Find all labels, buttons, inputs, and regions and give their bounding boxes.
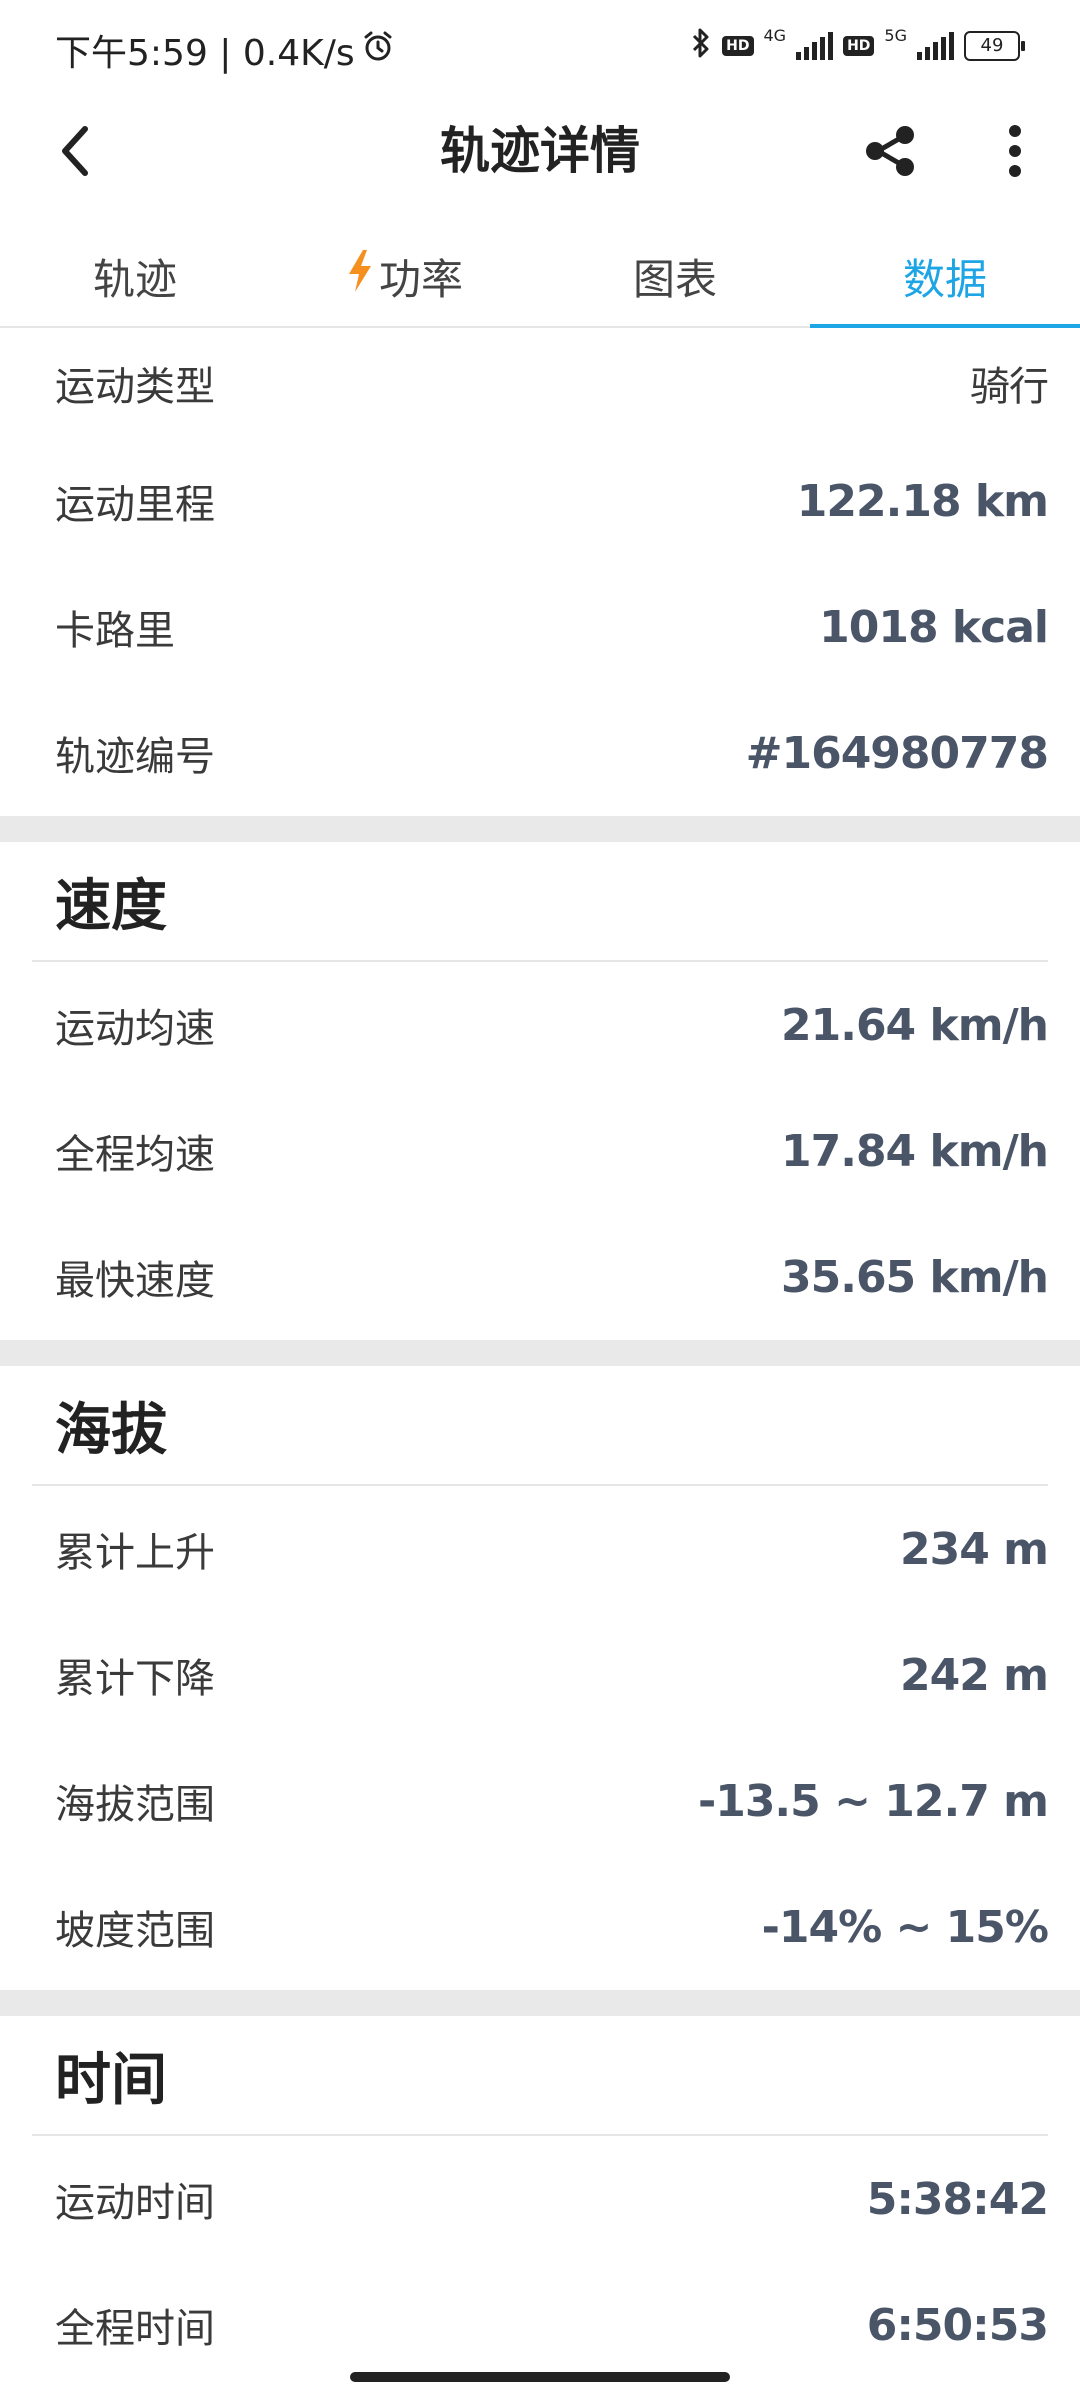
list-item-track-id: 轨迹编号 #164980778	[0, 690, 1080, 816]
tab-data[interactable]: 数据	[810, 226, 1080, 328]
list-item-calories: 卡路里 1018 kcal	[0, 564, 1080, 690]
tab-charts[interactable]: 图表	[540, 226, 810, 326]
data-content: 运动类型 骑行 运动里程 122.18 km 卡路里 1018 kcal 轨迹编…	[0, 328, 1080, 2388]
list-item-sport-type: 运动类型 骑行	[0, 328, 1080, 438]
row-label: 轨迹编号	[55, 734, 215, 780]
section-title-speed: 速度	[55, 873, 167, 939]
row-value: 1018 kcal	[819, 601, 1049, 653]
lightning-icon	[347, 250, 373, 302]
network-type-2: 5G	[884, 26, 907, 45]
list-item-moving-time: 运动时间 5:38:42	[0, 2136, 1080, 2262]
row-value: 21.64 km/h	[781, 999, 1049, 1051]
hd-badge-2: HD	[843, 35, 875, 56]
row-value: 122.18 km	[796, 475, 1049, 527]
home-indicator[interactable]	[350, 2372, 730, 2382]
status-time-speed: 下午5:59 | 0.4K/s	[55, 33, 355, 74]
more-vert-icon	[1009, 125, 1021, 177]
status-left: 下午5:59 | 0.4K/s	[55, 24, 395, 76]
row-label: 海拔范围	[55, 1782, 215, 1828]
row-label: 累计下降	[55, 1656, 215, 1702]
more-options-button[interactable]	[980, 116, 1050, 186]
list-item-max-speed: 最快速度 35.65 km/h	[0, 1214, 1080, 1340]
share-button[interactable]	[855, 116, 925, 186]
battery-icon: 49	[964, 30, 1025, 61]
row-value: 17.84 km/h	[781, 1125, 1049, 1177]
screen: 下午5:59 | 0.4K/s HD 4G HD 5G 49 轨迹详情 轨迹 功…	[0, 0, 1080, 2400]
row-value: -13.5 ~ 12.7 m	[697, 1775, 1049, 1827]
status-right: HD 4G HD 5G 49	[690, 26, 1025, 65]
network-type-1: 4G	[763, 26, 787, 45]
row-value: 6:50:53	[866, 2299, 1049, 2351]
tab-label: 功率	[378, 254, 463, 304]
section-gap	[0, 816, 1080, 842]
row-label: 累计上升	[55, 1530, 215, 1576]
tab-label: 数据	[902, 254, 987, 304]
row-label: 全程时间	[55, 2306, 215, 2352]
row-label: 卡路里	[55, 608, 175, 654]
row-label: 运动均速	[55, 1006, 215, 1052]
tab-bar: 轨迹 功率 图表 数据	[0, 226, 1080, 328]
row-label: 运动时间	[55, 2180, 215, 2226]
row-value: 5:38:42	[866, 2173, 1049, 2225]
share-icon	[866, 126, 914, 176]
hd-badge-1: HD	[722, 35, 754, 56]
row-value: 242 m	[899, 1649, 1049, 1701]
status-bar: 下午5:59 | 0.4K/s HD 4G HD 5G 49	[0, 0, 1080, 96]
row-label: 运动里程	[55, 482, 215, 528]
section-title-time: 时间	[55, 2047, 167, 2113]
row-label: 运动类型	[55, 364, 215, 410]
row-value: #164980778	[745, 727, 1049, 779]
list-item-ascent: 累计上升 234 m	[0, 1486, 1080, 1612]
row-value: 骑行	[970, 364, 1049, 410]
row-label: 坡度范围	[55, 1908, 215, 1954]
section-gap	[0, 1990, 1080, 2016]
alarm-icon	[361, 29, 395, 72]
signal-icon	[796, 31, 834, 60]
tab-label: 轨迹	[92, 254, 177, 304]
list-item-grade-range: 坡度范围 -14% ~ 15%	[0, 1864, 1080, 1990]
section-gap	[0, 1340, 1080, 1366]
section-title-altitude: 海拔	[55, 1397, 167, 1463]
row-label: 全程均速	[55, 1132, 215, 1178]
tab-label: 图表	[632, 254, 717, 304]
tab-track[interactable]: 轨迹	[0, 226, 270, 326]
row-label: 最快速度	[55, 1258, 215, 1304]
row-value: 35.65 km/h	[781, 1251, 1049, 1303]
list-item-distance: 运动里程 122.18 km	[0, 438, 1080, 564]
list-item-total-avg-speed: 全程均速 17.84 km/h	[0, 1088, 1080, 1214]
list-item-altitude-range: 海拔范围 -13.5 ~ 12.7 m	[0, 1738, 1080, 1864]
signal-icon	[917, 31, 954, 60]
app-bar: 轨迹详情	[0, 96, 1080, 206]
list-item-total-time: 全程时间 6:50:53	[0, 2262, 1080, 2388]
row-value: 234 m	[899, 1523, 1049, 1575]
tab-power[interactable]: 功率	[270, 226, 540, 326]
row-value: -14% ~ 15%	[761, 1901, 1049, 1953]
list-item-moving-avg-speed: 运动均速 21.64 km/h	[0, 962, 1080, 1088]
bluetooth-icon	[690, 26, 712, 65]
list-item-descent: 累计下降 242 m	[0, 1612, 1080, 1738]
